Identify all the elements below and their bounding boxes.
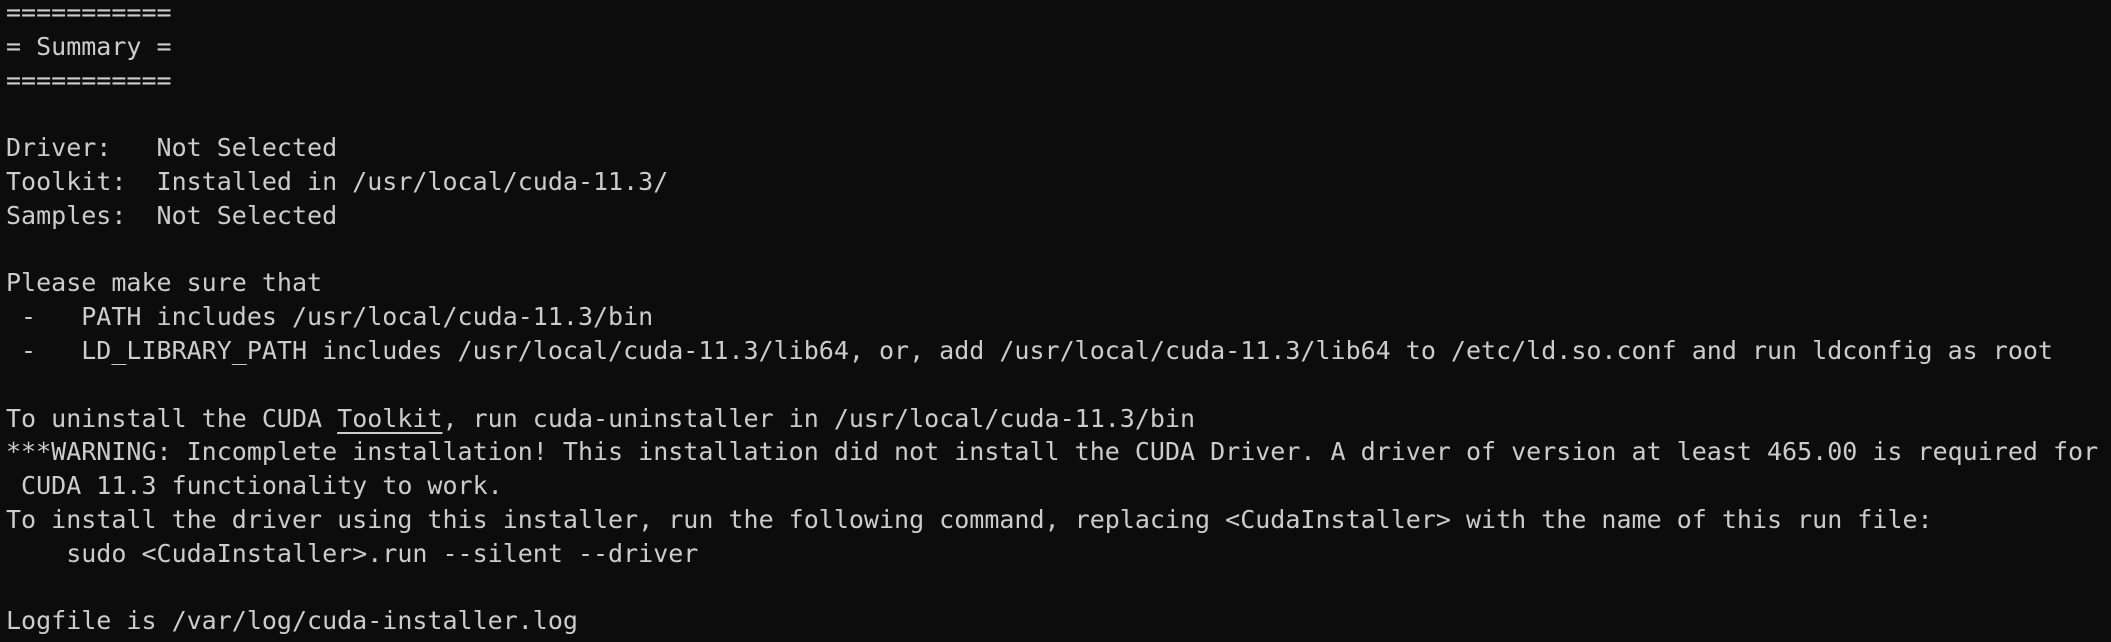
uninstall-instruction: To uninstall the CUDA Toolkit, run cuda-… [6, 402, 2111, 436]
ld-library-path-instruction: - LD_LIBRARY_PATH includes /usr/local/cu… [6, 335, 2053, 365]
toolkit-link[interactable]: Toolkit [337, 404, 442, 433]
uninstall-text-prefix: To uninstall the CUDA [6, 403, 338, 433]
driver-status: Driver: Not Selected [6, 133, 338, 163]
summary-separator-top: =========== [6, 0, 172, 27]
summary-separator-bottom: =========== [6, 65, 172, 95]
make-sure-heading: Please make sure that [6, 268, 323, 298]
uninstall-text-suffix: , run cuda-uninstaller in /usr/local/cud… [442, 403, 1196, 433]
summary-title: = Summary = [6, 31, 172, 61]
logfile-path: Logfile is /var/log/cuda-installer.log [6, 606, 578, 636]
path-instruction: - PATH includes /usr/local/cuda-11.3/bin [6, 302, 654, 332]
warning-message: ***WARNING: Incomplete installation! Thi… [6, 437, 2099, 467]
terminal-output[interactable]: =========== = Summary = =========== Driv… [0, 0, 2111, 638]
toolkit-status: Toolkit: Installed in /usr/local/cuda-11… [6, 166, 669, 196]
warning-message-continued: CUDA 11.3 functionality to work. [6, 471, 503, 501]
samples-status: Samples: Not Selected [6, 200, 338, 230]
install-driver-instruction: To install the driver using this install… [6, 504, 1933, 534]
driver-install-command: sudo <CudaInstaller>.run --silent --driv… [6, 538, 699, 568]
